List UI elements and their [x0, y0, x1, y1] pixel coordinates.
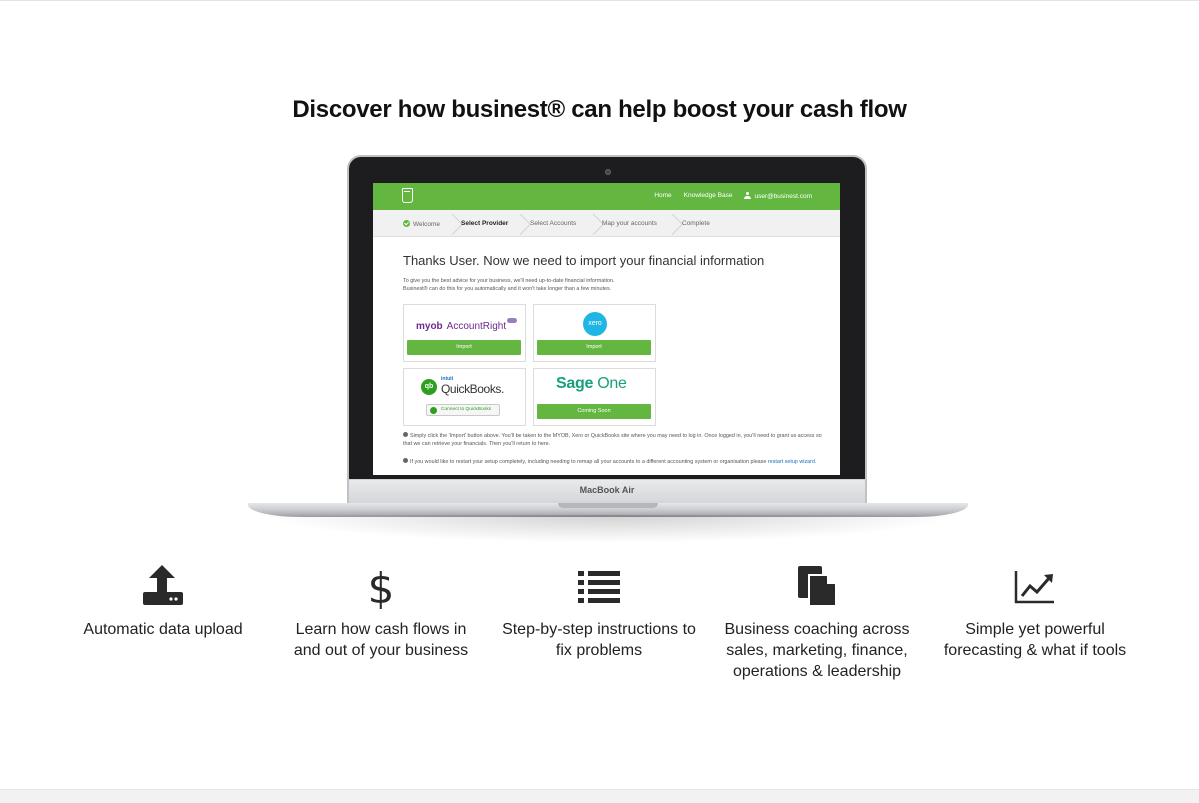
- app-screen: Home Knowledge Base user@businest.com We…: [373, 183, 840, 475]
- feature-label: Automatic data upload: [83, 621, 243, 638]
- nav-knowledge-base-link[interactable]: Knowledge Base: [684, 192, 733, 200]
- nav-user-menu[interactable]: user@businest.com: [744, 192, 812, 200]
- laptop-model-label: MacBook Air: [579, 485, 635, 495]
- sage-coming-soon-button[interactable]: Coming Soon: [537, 404, 651, 419]
- user-email: user@businest.com: [754, 193, 812, 200]
- quickbooks-name: QuickBooks.: [441, 382, 504, 396]
- chart-line-icon: [1014, 571, 1054, 604]
- myob-logo: myob AccountRight: [416, 318, 518, 332]
- intro-line: Businest® can do this for you automatica…: [403, 285, 612, 292]
- sage-logo-text: One: [597, 375, 627, 392]
- list-icon: [578, 571, 620, 603]
- user-icon: [744, 192, 752, 199]
- provider-card-xero: xero Import: [533, 304, 656, 362]
- laptop-bezel: MacBook Air: [349, 479, 865, 503]
- laptop-camera: [605, 169, 611, 175]
- xero-logo: xero: [583, 312, 607, 336]
- app-logo-icon[interactable]: [402, 188, 413, 203]
- step-welcome[interactable]: Welcome: [403, 220, 440, 228]
- provider-card-quickbooks: qb intuit QuickBooks. Connect to QuickBo…: [403, 368, 526, 426]
- xero-import-button[interactable]: Import: [537, 340, 651, 355]
- upload-icon: [143, 565, 183, 605]
- step-select-provider[interactable]: Select Provider: [461, 220, 508, 227]
- step-separator: [445, 210, 455, 237]
- step-separator: [586, 210, 596, 237]
- feature-label: Simple yet powerful forecasting & what i…: [943, 621, 1127, 659]
- step-separator: [513, 210, 523, 237]
- help-note-text: Simply click the 'Import' button above. …: [403, 433, 822, 447]
- quickbooks-badge-icon: qb: [421, 379, 437, 395]
- restart-note-text: If you would like to restart your setup …: [410, 459, 767, 465]
- laptop-base-notch: [558, 503, 658, 508]
- step-complete[interactable]: Complete: [682, 220, 710, 227]
- restart-note-end: .: [814, 459, 817, 465]
- step-select-accounts[interactable]: Select Accounts: [530, 220, 576, 227]
- feature-label: Business coaching across sales, marketin…: [724, 621, 910, 680]
- app-header-bar: Home Knowledge Base user@businest.com: [373, 183, 840, 210]
- cloud-icon: [507, 318, 518, 323]
- footer-band: [0, 789, 1199, 803]
- documents-icon: [798, 566, 837, 607]
- myob-logo-text: AccountRight: [446, 321, 507, 332]
- dollar-icon: $: [368, 565, 395, 609]
- import-help-note: Simply click the 'Import' button above. …: [403, 432, 823, 448]
- laptop-shadow: [260, 515, 960, 543]
- provider-card-myob: myob AccountRight Import: [403, 304, 526, 362]
- step-separator: [665, 210, 675, 237]
- page-headline: Discover how businest® can help boost yo…: [292, 96, 907, 123]
- connect-quickbooks-button[interactable]: Connect to QuickBooks: [426, 404, 500, 416]
- question-icon: [403, 432, 408, 437]
- import-heading: Thanks User. Now we need to import your …: [403, 253, 765, 268]
- app-nav: Home Knowledge Base user@businest.com: [654, 192, 812, 200]
- wizard-steps: Welcome Select Provider Select Accounts …: [373, 210, 840, 237]
- sage-logo-bold: Sage: [556, 375, 594, 392]
- myob-import-button[interactable]: Import: [407, 340, 521, 355]
- intro-line: To give you the best advice for your bus…: [403, 278, 615, 284]
- step-map-accounts[interactable]: Map your accounts: [602, 220, 657, 227]
- myob-logo-bold: myob: [416, 321, 443, 332]
- import-intro: To give you the best advice for your bus…: [403, 278, 803, 293]
- restart-note: If you would like to restart your setup …: [403, 458, 823, 467]
- question-icon: [403, 458, 408, 463]
- svg-text:$: $: [368, 565, 395, 609]
- restart-setup-link[interactable]: restart setup wizard: [768, 459, 815, 465]
- step-label: Welcome: [413, 221, 440, 228]
- nav-home-link[interactable]: Home: [654, 192, 671, 200]
- feature-label: Learn how cash flows in and out of your …: [293, 621, 469, 659]
- provider-card-sage: Sage One Coming Soon: [533, 368, 656, 426]
- feature-label: Step-by-step instructions to fix problem…: [502, 621, 696, 659]
- sage-logo: Sage One: [556, 375, 627, 393]
- top-divider: [0, 0, 1199, 1]
- check-icon: [403, 220, 410, 227]
